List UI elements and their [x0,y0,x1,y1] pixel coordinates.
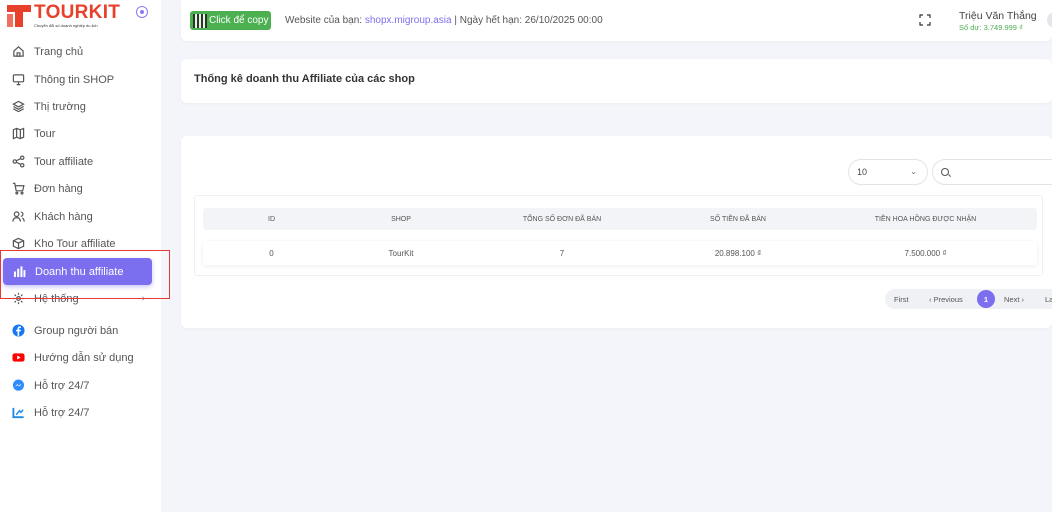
pagination-next[interactable]: Next › [1004,289,1024,309]
logo-mark-icon [7,5,31,27]
zalo-icon [11,406,25,420]
column-header-total-orders[interactable]: TỔNG SỐ ĐƠN ĐÃ BÁN [462,208,662,230]
sidebar-item-huong-dan[interactable]: Hướng dẫn sử dụng [0,344,161,371]
page-header-card: Thống kê doanh thu Affiliate của các sho… [181,59,1052,103]
page-title: Thống kê doanh thu Affiliate của các sho… [194,73,415,85]
page-size-value: 10 [857,167,868,177]
sidebar-item-label: Kho Tour affiliate [34,237,116,250]
table-row[interactable]: 0 TourKit 7 20.898.100 ₫ 7.500.000 ₫ [203,241,1037,265]
sidebar-item-ho-tro-messenger[interactable]: Hỗ trợ 24/7 [0,372,161,399]
sidebar-item-tour[interactable]: Tour [0,120,161,147]
qr-code-icon [193,13,207,28]
pagination-page-1[interactable]: 1 [977,290,995,308]
brand-tagline: Chuyển đổi số doanh nghiệp du lịch [34,23,98,28]
topbar: Click để copy Website của bạn: shopx.mig… [181,0,1052,41]
user-balance: Số dư: 3.749.999 ₫ [959,23,1023,32]
search-icon [941,168,949,176]
sidebar-item-label: Thông tin SHOP [34,73,115,86]
avatar[interactable] [1047,12,1052,28]
sidebar-item-don-hang[interactable]: Đơn hàng [0,175,161,202]
sidebar-item-label: Hỗ trợ 24/7 [34,406,90,419]
pagination-last[interactable]: La [1045,289,1052,309]
sidebar-item-tour-affiliate[interactable]: Tour affiliate [0,148,161,175]
sidebar-item-thi-truong[interactable]: Thị trường [0,93,161,120]
copy-button-label: Click để copy [209,15,269,26]
sidebar-item-label: Tour affiliate [34,155,94,168]
sidebar-toggle-icon[interactable] [136,6,148,18]
sidebar-item-label: Đơn hàng [34,182,83,195]
share-icon [11,155,25,169]
sidebar-item-khach-hang[interactable]: Khách hàng [0,203,161,230]
cell-shop: TourKit [388,248,414,258]
fullscreen-icon[interactable] [919,13,931,26]
cell-amount-sold: 20.898.100 ₫ [714,248,762,258]
search-input[interactable] [932,159,1052,185]
column-header-amount-sold[interactable]: SỐ TIỀN ĐÃ BÁN [662,208,814,230]
page-size-select[interactable]: 10 ⌄ [848,159,928,185]
cell-commission: 7.500.000 ₫ [904,248,947,258]
site-url-link[interactable]: shopx.migroup.asia [365,15,452,26]
youtube-icon [11,351,25,365]
sidebar-item-trang-chu[interactable]: Trang chủ [0,38,161,65]
home-icon [11,45,25,59]
user-name[interactable]: Triệu Văn Thắng [959,10,1037,22]
copy-button[interactable]: Click để copy [190,11,272,30]
pagination-first[interactable]: First [894,289,909,309]
cart-icon [11,182,25,196]
pagination: First ‹ Previous 1 Next › La [885,289,1052,309]
cell-id: 0 [269,248,274,258]
expiry-text: | Ngày hết hạn: 26/10/2025 00:00 [451,15,603,26]
sidebar-item-label: Thị trường [34,100,86,113]
sidebar-item-ho-tro-zalo[interactable]: Hỗ trợ 24/7 [0,399,161,426]
sidebar-item-label: Group người bán [34,324,119,337]
facebook-icon [11,324,25,338]
sidebar-item-label: Khách hàng [34,210,93,223]
sidebar-item-label: Tour [34,127,56,140]
chevron-down-icon: ⌄ [910,167,917,176]
table-header: ID SHOP TỔNG SỐ ĐƠN ĐÃ BÁN SỐ TIỀN ĐÃ BÁ… [203,208,1037,230]
cell-total-orders: 7 [559,248,565,258]
map-icon [11,127,25,141]
messenger-icon [11,379,25,393]
logo[interactable]: TOURKIT Chuyển đổi số doanh nghiệp du lị… [7,3,120,33]
sidebar-item-label: Trang chủ [34,45,84,58]
site-info: Website của bạn: shopx.migroup.asia | Ng… [285,15,603,26]
column-header-shop[interactable]: SHOP [340,208,462,230]
revenue-table-card: 10 ⌄ ID SHOP TỔNG SỐ ĐƠN ĐÃ BÁN SỐ TIỀN … [181,136,1052,328]
layers-icon [11,100,25,114]
pagination-previous[interactable]: ‹ Previous [929,289,963,309]
column-header-id[interactable]: ID [203,208,340,230]
package-icon [11,237,25,251]
sidebar-item-label: Hướng dẫn sử dụng [34,351,134,364]
brand-name: TOURKIT [34,2,121,23]
monitor-icon [11,73,25,87]
users-icon [11,210,25,224]
highlight-annotation-box [0,250,170,299]
data-table: ID SHOP TỔNG SỐ ĐƠN ĐÃ BÁN SỐ TIỀN ĐÃ BÁ… [194,195,1043,276]
sidebar-item-thong-tin-shop[interactable]: Thông tin SHOP [0,66,161,93]
column-header-commission[interactable]: TIỀN HOA HỒNG ĐƯỢC NHẬN [814,208,1037,230]
sidebar-item-group-nguoi-ban[interactable]: Group người bán [0,317,161,344]
site-prefix: Website của bạn: [285,15,365,26]
sidebar-item-label: Hỗ trợ 24/7 [34,379,90,392]
